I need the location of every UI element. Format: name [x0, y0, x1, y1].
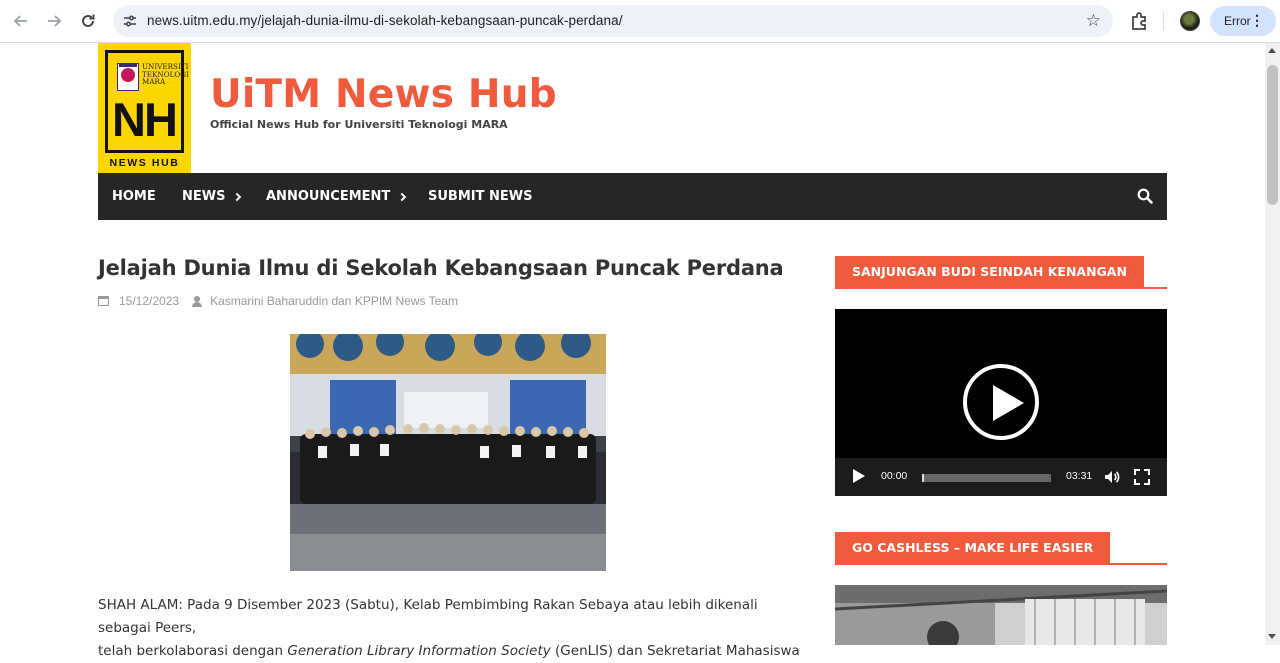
nav-item-label: NEWS [182, 189, 226, 204]
chevron-right-icon [233, 192, 242, 201]
search-icon[interactable] [1137, 188, 1153, 204]
profile-error-button[interactable]: Error ⋮ [1210, 6, 1276, 36]
post-date[interactable]: 15/12/2023 [119, 294, 179, 308]
reload-icon[interactable] [76, 9, 100, 33]
post-meta: 15/12/2023 Kasmarini Baharuddin dan KPPI… [98, 294, 458, 308]
nav-item-submit-news[interactable]: SUBMIT NEWS [428, 173, 532, 220]
nav-item-news[interactable]: NEWS [182, 173, 242, 220]
profile-error-label: Error [1224, 14, 1251, 28]
forward-icon[interactable] [42, 9, 66, 33]
nav-item-label: HOME [112, 189, 156, 204]
post-title: Jelajah Dunia Ilmu di Sekolah Kebangsaan… [98, 256, 784, 280]
bookmark-star-icon[interactable]: ☆ [1086, 11, 1101, 31]
cashless-widget-image[interactable] [835, 585, 1167, 645]
post-author[interactable]: Kasmarini Baharuddin dan KPPIM News Team [210, 294, 458, 308]
calendar-icon [98, 296, 109, 306]
video-controls: 00:00 03:31 [835, 458, 1167, 496]
video-progress-bar[interactable] [922, 474, 1051, 482]
post-paragraph: SHAH ALAM: Pada 9 Disember 2023 (Sabtu),… [98, 594, 808, 663]
video-duration: 03:31 [1066, 470, 1093, 482]
logo-frame: UNIVERSITI TEKNOLOGI MARA NH [105, 50, 189, 153]
back-icon[interactable] [9, 9, 33, 33]
post-paragraph-line: SHAH ALAM: Pada 9 Disember 2023 (Sabtu),… [98, 597, 758, 636]
logo-letters: NH [112, 93, 178, 146]
logo-caption: NEWS HUB [109, 157, 180, 169]
nav-item-home[interactable]: HOME [112, 173, 156, 220]
nav-item-label: SUBMIT NEWS [428, 189, 533, 204]
url-text[interactable]: news.uitm.edu.my/jelajah-dunia-ilmu-di-s… [147, 13, 623, 28]
post-paragraph-text: telah berkolaborasi dengan [98, 643, 288, 659]
main-navigation: HOME NEWS ANNOUNCEMENT SUBMIT NEWS [98, 173, 1167, 220]
scroll-up-icon[interactable] [1268, 48, 1276, 53]
uitm-crest-icon [117, 63, 139, 91]
scrollbar-thumb[interactable] [1267, 65, 1278, 205]
post-paragraph-text: (GenLIS) dan Sekretariat Mahasiswa [550, 643, 800, 659]
sidebar-widget-heading: GO CASHLESS – MAKE LIFE EASIER [835, 532, 1167, 565]
volume-icon[interactable] [1103, 468, 1121, 486]
toolbar-divider [1163, 12, 1164, 30]
menu-kebab-icon[interactable]: ⋮ [1250, 12, 1264, 29]
play-icon[interactable] [853, 469, 865, 483]
video-player[interactable]: 00:00 03:31 [835, 309, 1167, 496]
video-current-time: 00:00 [881, 470, 908, 482]
nav-item-announcement[interactable]: ANNOUNCEMENT [266, 173, 407, 220]
site-logo[interactable]: UNIVERSITI TEKNOLOGI MARA NH NEWS HUB [98, 43, 191, 173]
extensions-icon[interactable] [1128, 10, 1150, 32]
site-tagline: Official News Hub for Universiti Teknolo… [210, 118, 508, 131]
fullscreen-icon[interactable] [1133, 468, 1151, 486]
chevron-right-icon [398, 192, 407, 201]
logo-university-text: UNIVERSITI TEKNOLOGI MARA [142, 62, 189, 87]
play-circle-icon[interactable] [963, 364, 1039, 440]
address-bar[interactable]: news.uitm.edu.my/jelajah-dunia-ilmu-di-s… [113, 5, 1113, 37]
post-featured-image [290, 334, 606, 571]
nav-item-label: ANNOUNCEMENT [266, 189, 391, 204]
page-scrollbar[interactable] [1265, 43, 1280, 645]
post-paragraph-emphasis: Generation Library Information Society [287, 643, 551, 659]
post-body: SHAH ALAM: Pada 9 Disember 2023 (Sabtu),… [98, 594, 808, 663]
sidebar-widget-heading: SANJUNGAN BUDI SEINDAH KENANGAN [835, 256, 1167, 289]
profile-avatar[interactable] [1180, 11, 1200, 31]
widget-title-cashless: GO CASHLESS – MAKE LIFE EASIER [835, 532, 1111, 563]
site-title[interactable]: UiTM News Hub [210, 70, 557, 120]
browser-toolbar: news.uitm.edu.my/jelajah-dunia-ilmu-di-s… [0, 0, 1280, 43]
site-settings-icon[interactable] [121, 12, 139, 30]
widget-title-sanjungan: SANJUNGAN BUDI SEINDAH KENANGAN [835, 256, 1144, 287]
scroll-down-icon[interactable] [1268, 634, 1276, 639]
author-icon [192, 295, 203, 307]
